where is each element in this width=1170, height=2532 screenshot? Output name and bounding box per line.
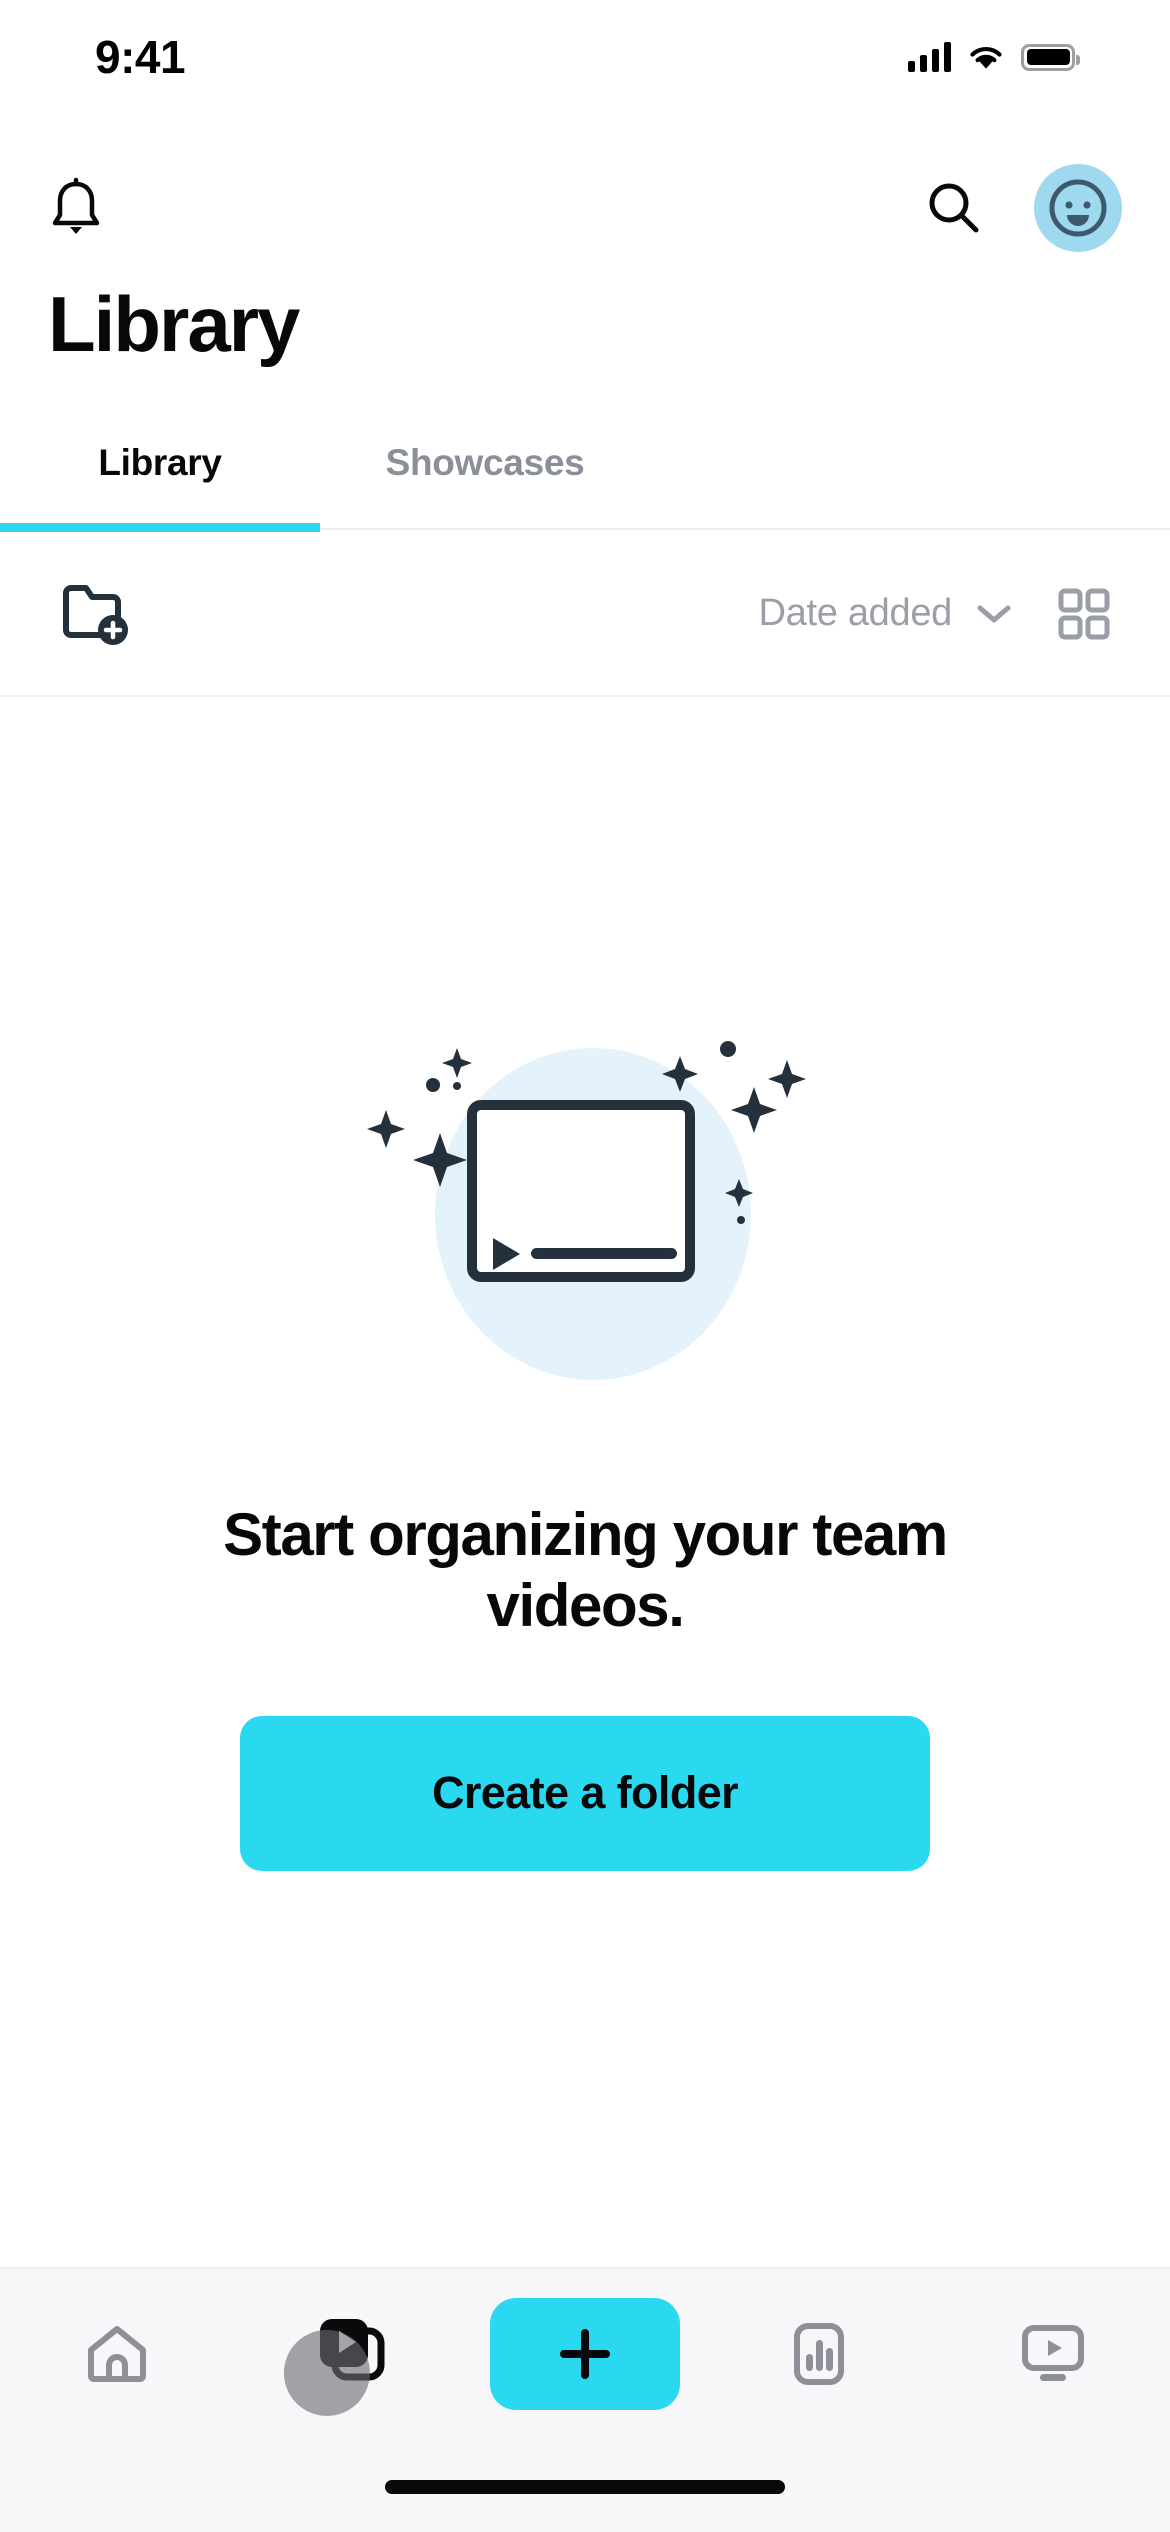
tab-showcases-label: Showcases	[385, 442, 585, 483]
status-bar: 9:41	[0, 0, 1170, 100]
sort-dropdown[interactable]: Date added	[759, 592, 1015, 635]
bottom-navigation-bar	[0, 2267, 1170, 2532]
empty-state-title: Start organizing your team videos.	[223, 1501, 948, 1639]
status-icons	[908, 42, 1080, 72]
create-fab[interactable]	[490, 2298, 680, 2410]
tab-library[interactable]: Library	[0, 420, 320, 532]
app-bar-actions	[924, 163, 1122, 252]
monitor-play-icon	[1022, 2325, 1084, 2381]
nav-item-showcase[interactable]	[936, 2269, 1170, 2439]
battery-full-icon	[1021, 43, 1080, 71]
nav-item-home[interactable]	[0, 2269, 234, 2439]
user-avatar-smiley-icon	[1049, 179, 1107, 236]
wifi-icon	[970, 47, 1002, 69]
tab-showcases[interactable]: Showcases	[320, 420, 650, 530]
create-folder-button[interactable]: Create a folder	[240, 1715, 930, 1871]
page-title: Library	[48, 280, 300, 368]
folder-add-icon	[63, 584, 128, 645]
phone-screen: 9:41 Library Library Showcases Date adde…	[0, 0, 1170, 2532]
status-time: 9:41	[95, 31, 186, 83]
empty-video-sparkles-illustration	[367, 1041, 806, 1380]
bottom-nav-items	[0, 2269, 1170, 2439]
nav-item-analytics[interactable]	[702, 2269, 936, 2439]
nav-item-library[interactable]	[234, 2269, 468, 2439]
home-icon	[88, 2326, 146, 2382]
empty-state-illustration	[355, 980, 815, 1440]
cellular-signal-icon	[908, 42, 951, 72]
tab-library-label: Library	[98, 442, 222, 483]
search-button[interactable]	[924, 178, 984, 238]
grid-view-button[interactable]	[1056, 586, 1112, 642]
toolbar-right-actions: Date added	[759, 586, 1113, 642]
notifications-button[interactable]	[48, 177, 104, 239]
chevron-down-icon	[977, 605, 1011, 622]
bell-icon	[52, 177, 100, 234]
home-indicator	[385, 2480, 785, 2494]
new-folder-button[interactable]	[60, 579, 134, 649]
empty-state: Start organizing your team videos. Creat…	[0, 700, 1170, 2260]
plus-icon	[560, 2329, 610, 2379]
bar-chart-icon	[794, 2323, 844, 2385]
sort-label: Date added	[758, 592, 953, 634]
grid-view-icon	[1058, 588, 1110, 639]
avatar[interactable]	[1034, 163, 1122, 252]
tab-bar: Library Showcases	[0, 420, 1170, 532]
library-toolbar: Date added	[0, 532, 1170, 697]
touch-cursor-indicator	[283, 2329, 370, 2416]
search-icon	[929, 183, 979, 232]
nav-item-create[interactable]	[468, 2269, 702, 2439]
app-bar	[0, 160, 1170, 255]
